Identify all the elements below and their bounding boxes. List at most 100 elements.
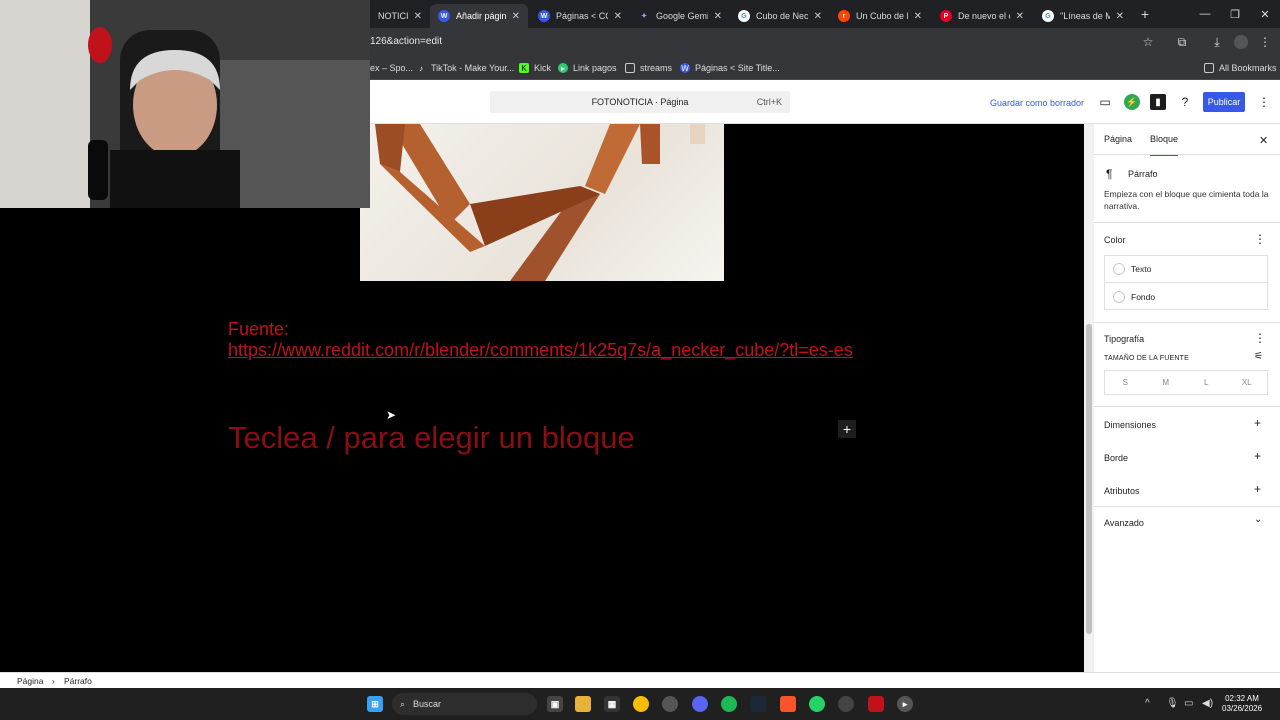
file-explorer-icon[interactable]	[575, 696, 591, 712]
all-bookmarks[interactable]: All Bookmarks	[1204, 60, 1277, 76]
close-icon[interactable]: ✕	[512, 11, 520, 22]
breadcrumb-page[interactable]: Página	[17, 676, 43, 686]
extensions-icon[interactable]: ⧉	[1173, 33, 1191, 51]
clock-date: 03/26/2026	[1222, 704, 1263, 713]
cube-image[interactable]	[360, 124, 724, 281]
close-icon[interactable]: ✕	[1016, 11, 1024, 22]
close-icon[interactable]: ✕	[814, 11, 822, 22]
tab-gemini[interactable]: ✦ Google Gemini ✕	[630, 4, 730, 28]
close-icon[interactable]: ✕	[1116, 11, 1124, 22]
steam-icon[interactable]	[750, 696, 766, 712]
source-paragraph[interactable]: Fuente: https://www.reddit.com/r/blender…	[228, 319, 858, 361]
custom-size-icon[interactable]: ⚟	[1254, 351, 1263, 362]
store-icon[interactable]: ▦	[604, 696, 620, 712]
brave-icon[interactable]	[780, 696, 796, 712]
typography-options-icon[interactable]: ⋮	[1254, 331, 1266, 345]
size-l-button[interactable]: L	[1186, 371, 1227, 394]
menu-icon[interactable]: ⋮	[1256, 33, 1274, 51]
bookmark-spotify[interactable]: ex – Spo...	[370, 60, 413, 76]
help-icon[interactable]: ?	[1177, 94, 1193, 110]
close-icon[interactable]: ✕	[714, 11, 722, 22]
close-window-icon[interactable]: ✕	[1250, 0, 1280, 28]
close-icon[interactable]: ✕	[1259, 134, 1268, 147]
attributes-heading: Atributos	[1104, 486, 1140, 496]
add-block-icon[interactable]: +	[838, 420, 856, 438]
size-s-button[interactable]: S	[1105, 371, 1146, 394]
close-icon[interactable]: ✕	[914, 11, 922, 22]
desktop-preview-icon[interactable]: ▭	[1097, 94, 1113, 110]
bookmark-label: ex – Spo...	[370, 63, 414, 73]
minimize-icon[interactable]: —	[1190, 0, 1220, 28]
media-player-icon[interactable]: ▸	[897, 696, 913, 712]
source-link[interactable]: https://www.reddit.com/r/blender/comment…	[228, 340, 853, 360]
size-m-button[interactable]: M	[1146, 371, 1187, 394]
star-icon[interactable]: ☆	[1139, 33, 1157, 51]
bookmark-tiktok[interactable]: ♪ TikTok - Make Your...	[416, 60, 514, 76]
url-input[interactable]: 126&action=edit	[370, 33, 1170, 51]
search-icon: ⌕	[400, 698, 406, 709]
tiktok-icon: ♪	[419, 63, 423, 73]
tab-label: Añadir página	[456, 11, 506, 21]
discord-icon[interactable]	[692, 696, 708, 712]
tab-paginas[interactable]: W Páginas < CON ✕	[530, 4, 630, 28]
jetpack-icon[interactable]: ⚡	[1124, 94, 1140, 110]
tab-reddit[interactable]: r Un Cubo de N ✕	[830, 4, 930, 28]
bookmark-streams[interactable]: streams	[625, 60, 672, 76]
volume-icon[interactable]: ◀)	[1202, 698, 1213, 709]
divider	[1094, 222, 1280, 223]
color-background-item[interactable]: Fondo	[1105, 283, 1267, 310]
capcut-icon[interactable]	[868, 696, 884, 712]
tab-block[interactable]: Bloque	[1150, 134, 1179, 156]
taskbar-search[interactable]: ⌕ Buscar	[392, 693, 537, 715]
add-border-icon[interactable]: +	[1254, 449, 1261, 463]
chevron-up-icon[interactable]: ^	[1145, 698, 1150, 709]
task-view-icon[interactable]: ▣	[547, 696, 563, 712]
breadcrumb: Página › Párrafo	[0, 672, 1280, 688]
tab-anadir-pagina[interactable]: W Añadir página ✕	[430, 4, 528, 28]
color-text-item[interactable]: Texto	[1105, 256, 1267, 283]
restore-icon[interactable]: ❐	[1220, 0, 1250, 28]
scrollbar-thumb[interactable]	[1086, 324, 1092, 634]
command-palette[interactable]: FOTONOTICIA · Página Ctrl+K	[490, 91, 790, 113]
whatsapp-icon[interactable]	[809, 696, 825, 712]
chevron-down-icon[interactable]: ⌄	[1254, 514, 1262, 525]
chrome-icon[interactable]	[633, 696, 649, 712]
size-xl-button[interactable]: XL	[1227, 371, 1268, 394]
folder-icon	[625, 63, 635, 73]
spotify-icon[interactable]	[721, 696, 737, 712]
network-icon[interactable]: ▭	[1184, 698, 1193, 709]
close-icon[interactable]: ✕	[614, 11, 622, 22]
microphone-icon[interactable]: 🎙	[1166, 698, 1179, 709]
speedtest-icon[interactable]	[838, 696, 854, 712]
tab-lineas[interactable]: G "Líneas de Mü ✕	[1034, 4, 1132, 28]
new-tab-icon[interactable]: +	[1130, 0, 1160, 28]
close-icon[interactable]: ✕	[414, 11, 422, 22]
breadcrumb-paragraph[interactable]: Párrafo	[64, 676, 92, 686]
tab-pinterest[interactable]: P De nuevo el cu ✕	[932, 4, 1032, 28]
block-placeholder[interactable]: Teclea / para elegir un bloque	[228, 420, 635, 456]
bookmark-link-pagos[interactable]: ▸ Link pagos	[558, 60, 617, 76]
font-size-picker: S M L XL	[1104, 370, 1268, 395]
options-icon[interactable]: ⋮	[1256, 94, 1272, 110]
add-attributes-icon[interactable]: +	[1254, 482, 1261, 496]
settings-panel-icon[interactable]: ▮	[1150, 94, 1166, 110]
block-description: Empieza con el bloque que cimienta toda …	[1104, 189, 1269, 211]
canvas-scrollbar[interactable]	[1084, 124, 1094, 672]
tab-noticia[interactable]: NOTICIA ✕	[370, 4, 430, 28]
save-draft-button[interactable]: Guardar como borrador	[990, 98, 1084, 108]
tab-page[interactable]: Página	[1104, 134, 1132, 144]
profile-avatar[interactable]	[1232, 33, 1250, 51]
add-dimensions-icon[interactable]: +	[1254, 416, 1261, 430]
advanced-heading[interactable]: Avanzado	[1104, 518, 1144, 528]
publish-button[interactable]: Publicar	[1203, 92, 1245, 112]
bookmark-paginas[interactable]: W Páginas < Site Title...	[680, 60, 780, 76]
tab-label: Cubo de Necke	[756, 11, 808, 21]
obs-icon[interactable]	[662, 696, 678, 712]
color-options-icon[interactable]: ⋮	[1254, 232, 1266, 246]
windows-start-icon[interactable]: ⊞	[367, 696, 383, 712]
bookmark-kick[interactable]: K Kick	[519, 60, 551, 76]
tab-cubo-necker[interactable]: G Cubo de Necke ✕	[730, 4, 830, 28]
color-panel: Texto Fondo	[1104, 255, 1268, 310]
download-icon[interactable]: ⤓	[1208, 33, 1226, 51]
system-clock[interactable]: 02:32 AM 03/26/2026	[1222, 694, 1262, 714]
